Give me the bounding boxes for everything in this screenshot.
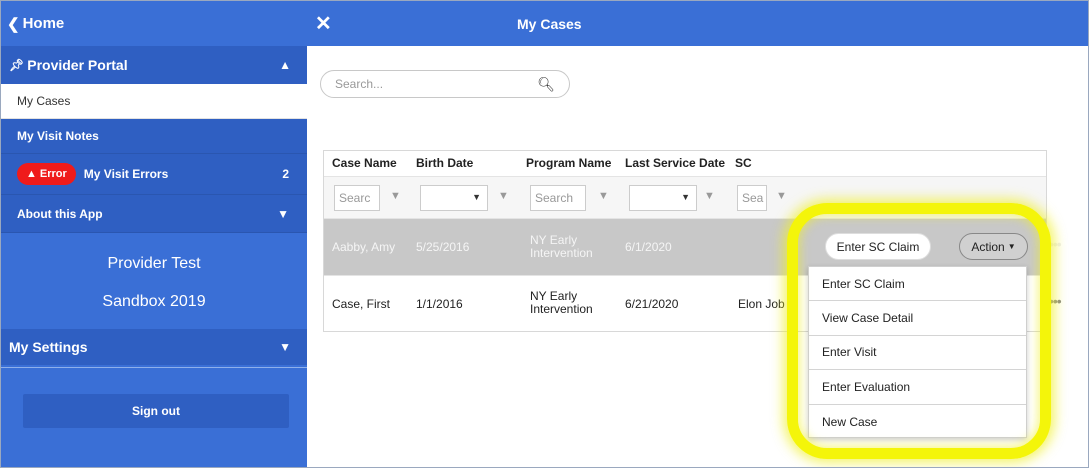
more-options-icon[interactable]: ••• — [1049, 236, 1062, 252]
menu-item-enter-sc-claim[interactable]: Enter SC Claim — [809, 267, 1026, 302]
more-options-icon[interactable]: ••• — [1049, 293, 1062, 309]
last-service-date-filter-select[interactable]: ▼ — [629, 185, 697, 211]
provider-portal-items: My Cases My Visit Notes ▲ Error My Visit… — [1, 84, 307, 233]
error-badge: ▲ Error — [17, 163, 76, 185]
provider-portal-label: Provider Portal — [27, 57, 128, 73]
chevron-down-icon: ▼ — [279, 340, 291, 354]
warning-icon: ▲ — [26, 168, 37, 180]
close-icon[interactable]: ✕ — [315, 11, 332, 36]
last-service-date-cell: 6/21/2020 — [625, 297, 679, 311]
birth-date-cell: 1/1/2016 — [416, 297, 463, 311]
sidebar-item-my-visit-notes[interactable]: My Visit Notes — [1, 119, 307, 154]
pin-icon: 📌︎ — [9, 58, 25, 72]
case-name-cell: Case, First — [332, 297, 391, 311]
column-header-birth-date[interactable]: Birth Date — [416, 156, 473, 170]
sc-filter-input[interactable]: Sea — [737, 185, 767, 211]
program-line2: Intervention — [530, 246, 593, 260]
sign-out-button[interactable]: Sign out — [23, 394, 289, 428]
program-line2: Intervention — [530, 302, 593, 316]
case-name-cell: Aabby, Amy — [332, 240, 396, 254]
grid-header: Case Name Birth Date Program Name Last S… — [324, 151, 1046, 176]
my-settings-label: My Settings — [9, 339, 88, 355]
menu-item-new-case[interactable]: New Case — [809, 405, 1026, 439]
sidebar: ❮ Home 📌︎ Provider Portal ▲ My Cases My … — [1, 1, 307, 467]
filter-icon[interactable]: ▼ — [498, 190, 509, 202]
top-bar: ✕ My Cases — [307, 1, 1088, 46]
last-service-date-cell: 6/1/2020 — [625, 240, 672, 254]
filter-icon[interactable]: ▼ — [390, 190, 401, 202]
caret-down-icon: ▼ — [1007, 242, 1016, 251]
search-icon[interactable]: 🔍︎ — [537, 76, 555, 93]
my-settings-section[interactable]: My Settings ▼ — [1, 329, 307, 365]
action-dropdown-button[interactable]: Action ▼ — [959, 233, 1028, 260]
sc-cell: Elon Job — [738, 297, 785, 311]
menu-item-view-case-detail[interactable]: View Case Detail — [809, 301, 1026, 336]
case-name-filter-input[interactable]: Searc — [334, 185, 380, 211]
menu-item-enter-visit[interactable]: Enter Visit — [809, 336, 1026, 371]
home-label: Home — [22, 15, 65, 32]
program-name-cell: NY Early Intervention — [530, 234, 593, 260]
column-header-program-name[interactable]: Program Name — [526, 156, 611, 170]
program-name-filter-input[interactable]: Search — [530, 185, 586, 211]
error-count: 2 — [282, 167, 289, 181]
page-title: My Cases — [517, 16, 582, 32]
sidebar-item-my-cases[interactable]: My Cases — [1, 84, 307, 119]
app-window: ❮ Home 📌︎ Provider Portal ▲ My Cases My … — [0, 0, 1089, 468]
filter-icon[interactable]: ▼ — [704, 190, 715, 202]
provider-portal-section[interactable]: 📌︎ Provider Portal ▲ — [1, 46, 307, 84]
birth-date-cell: 5/25/2016 — [416, 240, 470, 254]
dropdown-arrow-icon: ▼ — [472, 192, 481, 202]
dropdown-arrow-icon: ▼ — [681, 192, 690, 202]
menu-item-enter-evaluation[interactable]: Enter Evaluation — [809, 370, 1026, 405]
column-header-sc[interactable]: SC — [735, 156, 752, 170]
sidebar-item-about-this-app[interactable]: About this App ▼ — [1, 195, 307, 233]
error-badge-label: Error — [39, 168, 67, 180]
sidebar-item-my-visit-errors[interactable]: ▲ Error My Visit Errors 2 — [1, 154, 307, 195]
program-name-cell: NY Early Intervention — [530, 290, 593, 316]
filter-icon[interactable]: ▼ — [776, 190, 787, 202]
action-label: Action — [971, 239, 1005, 254]
column-header-last-service-date[interactable]: Last Service Date — [625, 156, 725, 170]
sidebar-item-label: My Visit Notes — [17, 129, 99, 143]
action-menu: Enter SC Claim View Case Detail Enter Vi… — [808, 266, 1027, 438]
filter-icon[interactable]: ▼ — [598, 190, 609, 202]
chevron-up-icon: ▲ — [279, 58, 291, 72]
provider-info: Provider Test Sandbox 2019 — [1, 233, 307, 329]
enter-sc-claim-button[interactable]: Enter SC Claim — [825, 233, 931, 260]
chevron-left-icon: ❮ — [7, 15, 20, 33]
provider-name: Provider Test — [107, 255, 201, 272]
sidebar-divider — [1, 367, 307, 368]
provider-sandbox: Sandbox 2019 — [102, 293, 206, 310]
birth-date-filter-select[interactable]: ▼ — [420, 185, 488, 211]
home-link[interactable]: ❮ Home — [1, 1, 307, 46]
search-placeholder: Search... — [335, 77, 384, 91]
grid-filter-row: Searc ▼ ▼ ▼ Search ▼ ▼ ▼ Sea ▼ — [324, 176, 1046, 219]
search-input[interactable]: Search... 🔍︎ — [320, 70, 570, 98]
sidebar-item-label: My Visit Errors — [83, 167, 169, 181]
column-header-case-name[interactable]: Case Name — [332, 156, 397, 170]
chevron-down-icon: ▼ — [277, 206, 289, 221]
sidebar-item-label: My Cases — [17, 94, 71, 108]
program-line1: NY Early — [530, 289, 578, 303]
sidebar-item-label: About this App — [17, 206, 103, 221]
program-line1: NY Early — [530, 233, 578, 247]
